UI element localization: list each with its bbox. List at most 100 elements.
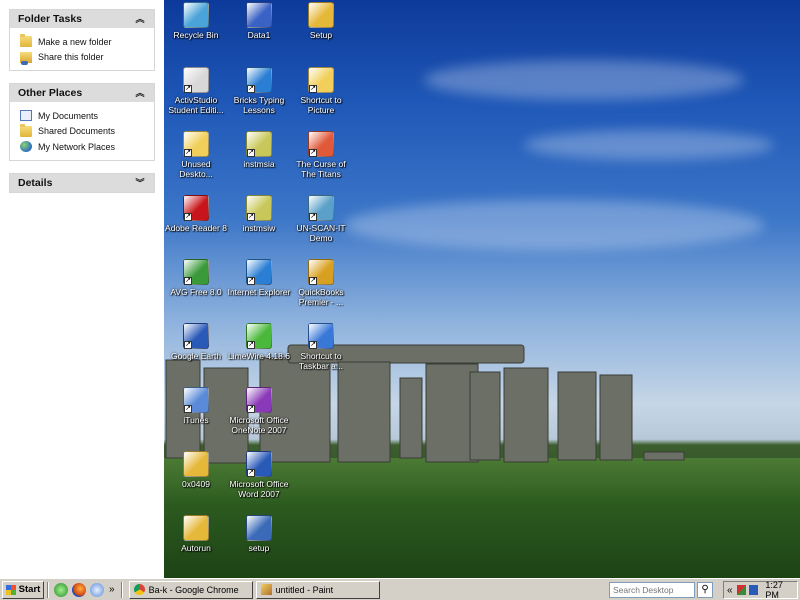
details-panel: Details ︾ [9, 173, 155, 193]
share-folder-link[interactable]: Share this folder [20, 50, 154, 66]
other-places-title: Other Places [18, 87, 83, 99]
desktop-icon-label: AVG Free 8.0 [170, 287, 222, 297]
folder-icon: ↗ [183, 131, 209, 157]
shortcut-arrow-icon: ↗ [247, 85, 255, 93]
folder-icon [20, 123, 32, 137]
desktop-icon-label: iTunes [183, 415, 209, 425]
desktop-icon-label: The Curse of The Titans [296, 159, 346, 179]
desktop-icon[interactable]: 0x0409 [164, 451, 228, 489]
desktop-icon-label: instmsiw [242, 223, 276, 233]
desktop-icon-label: Microsoft Office OneNote 2007 [229, 415, 289, 435]
desktop-icon[interactable]: setup [227, 515, 291, 553]
chrome-icon [133, 584, 145, 595]
desktop-icon-label: QuickBooks Premier - ... [298, 287, 344, 307]
folder-tasks-header[interactable]: Folder Tasks ︽ [10, 10, 154, 28]
shortcut-arrow-icon: ↗ [309, 85, 317, 93]
taskbar-icon: ↗ [308, 323, 334, 349]
folder-icon: ↗ [308, 67, 334, 93]
network-places-icon [20, 141, 32, 153]
quickbooks-icon: ↗ [308, 259, 334, 285]
shortcut-arrow-icon: ↗ [247, 405, 255, 413]
desktop-icon[interactable]: ↗ Adobe Reader 8 [164, 195, 228, 233]
taskbar-button-paint[interactable]: untitled - Paint [255, 580, 380, 599]
installer-icon: ↗ [246, 131, 272, 157]
tray-app-icon[interactable] [736, 585, 746, 595]
desktop-icon[interactable]: ↗ LimeWire 4.18.6 [227, 323, 291, 361]
taskbar-button-chrome[interactable]: Ba-k - Google Chrome [128, 580, 253, 599]
expand-chevron-icon[interactable]: ︾ [134, 177, 146, 189]
taskbar: Start » Ba-k - Google Chrome untitled - … [0, 578, 800, 600]
file-icon [246, 2, 272, 28]
make-new-folder-link[interactable]: Make a new folder [20, 34, 154, 50]
desktop-icon[interactable]: ↗ Microsoft Office Word 2007 [227, 451, 291, 499]
desktop-icon-label: setup [248, 543, 270, 553]
desktop-icon[interactable]: ↗ Microsoft Office OneNote 2007 [227, 387, 291, 435]
shortcut-arrow-icon: ↗ [247, 149, 255, 157]
search-desktop-input[interactable] [609, 582, 695, 598]
shortcut-arrow-icon: ↗ [184, 277, 192, 285]
desktop-icon[interactable]: ↗ Unused Deskto... [164, 131, 228, 179]
other-places-panel: Other Places ︽ My Documents Shared Docum… [9, 83, 155, 161]
desktop-icon[interactable]: ↗ UN-SCAN-IT Demo [289, 195, 353, 243]
desktop-icon[interactable]: Recycle Bin [164, 2, 228, 40]
paint-icon [260, 584, 272, 595]
desktop-icon[interactable]: ↗ Shortcut to Picture [289, 67, 353, 115]
clock[interactable]: 1:27 PM [765, 580, 797, 600]
setup-icon [308, 2, 334, 28]
my-documents-link[interactable]: My Documents [20, 108, 154, 124]
collapse-chevron-icon[interactable]: ︽ [134, 13, 146, 25]
desktop-icon[interactable]: ↗ instmsia [227, 131, 291, 169]
start-button[interactable]: Start [2, 580, 44, 599]
my-documents-label: My Documents [38, 110, 99, 121]
setup-icon [246, 515, 272, 541]
desktop-icon[interactable]: ↗ Shortcut to Taskbar a... [289, 323, 353, 371]
desktop-icon[interactable]: ↗ iTunes [164, 387, 228, 425]
firefox-icon[interactable] [72, 582, 86, 597]
start-label: Start [18, 584, 41, 595]
shortcut-arrow-icon: ↗ [309, 277, 317, 285]
shortcut-arrow-icon: ↗ [309, 341, 317, 349]
media-player-icon[interactable] [54, 582, 68, 597]
installer-icon: ↗ [246, 195, 272, 221]
search-icon: ⚲ [701, 584, 709, 595]
itunes-icon: ↗ [183, 387, 209, 413]
desktop-icon[interactable]: ↗ ActivStudio Student Editi... [164, 67, 228, 115]
shared-documents-link[interactable]: Shared Documents [20, 123, 154, 140]
desktop-icon[interactable]: ↗ QuickBooks Premier - ... [289, 259, 353, 307]
desktop-icon[interactable]: ↗ Internet Explorer [227, 259, 291, 297]
other-places-header[interactable]: Other Places ︽ [10, 84, 154, 102]
google-earth-icon: ↗ [183, 323, 209, 349]
tray-network-icon[interactable] [748, 585, 759, 595]
desktop-icon[interactable]: ↗ Google Earth [164, 323, 228, 361]
desktop[interactable]: Recycle Bin Data1 Setup ↗ ActivStudio Studen… [164, 0, 800, 578]
setup-icon [183, 515, 209, 541]
desktop-icon[interactable]: ↗ instmsiw [227, 195, 291, 233]
desktop-icon[interactable]: Data1 [227, 2, 291, 40]
search-button[interactable]: ⚲ [697, 582, 713, 598]
details-header[interactable]: Details ︾ [10, 174, 154, 192]
setup-icon [183, 451, 209, 477]
desktop-icon[interactable]: Autorun [164, 515, 228, 553]
internet-explorer-icon: ↗ [246, 67, 272, 93]
recycle-bin-icon [183, 2, 209, 28]
desktop-icon-label: Internet Explorer [227, 287, 291, 297]
quick-launch-overflow[interactable]: » [109, 584, 115, 595]
collapse-chevron-icon[interactable]: ︽ [134, 87, 146, 99]
desktop-icon[interactable]: Setup [289, 2, 353, 40]
tray-expand-button[interactable]: « [727, 585, 733, 596]
shared-documents-label: Shared Documents [38, 126, 116, 137]
desktop-icon[interactable]: ↗ AVG Free 8.0 [164, 259, 228, 297]
itunes-icon[interactable] [90, 582, 104, 597]
shortcut-arrow-icon: ↗ [184, 149, 192, 157]
taskbar-separator [47, 581, 49, 598]
desktop-icon-label: Shortcut to Picture [300, 95, 342, 115]
shortcut-arrow-icon: ↗ [184, 341, 192, 349]
share-folder-icon [20, 51, 32, 65]
my-network-places-link[interactable]: My Network Places [20, 139, 154, 155]
shortcut-arrow-icon: ↗ [247, 277, 255, 285]
desktop-icon[interactable]: ↗ Bricks Typing Lessons [227, 67, 291, 115]
desktop-icon[interactable]: ↗ The Curse of The Titans [289, 131, 353, 179]
chrome-window-label: Ba-k - Google Chrome [148, 584, 239, 595]
document-icon: ↗ [308, 131, 334, 157]
shortcut-arrow-icon: ↗ [184, 213, 192, 221]
